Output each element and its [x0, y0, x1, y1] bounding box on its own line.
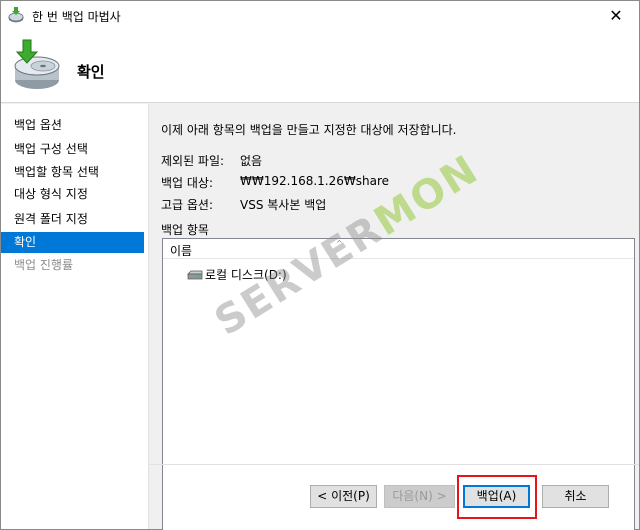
excluded-files-label: 제외된 파일:: [161, 154, 225, 168]
footer-divider: [149, 464, 639, 465]
advanced-options-value: VSS 복사본 백업: [240, 198, 327, 212]
column-name-label: 이름: [170, 244, 193, 258]
advanced-options-label: 고급 옵션:: [161, 198, 214, 212]
sidebar-item-backup-configuration[interactable]: 백업 구성 선택: [1, 139, 144, 160]
next-button: 다음(N) >: [384, 485, 455, 508]
sidebar-item-confirmation[interactable]: 확인: [1, 232, 144, 253]
backup-items-label: 백업 항목: [161, 223, 209, 237]
wizard-header: 확인: [1, 30, 639, 103]
window-title: 한 번 백업 마법사: [32, 10, 121, 24]
title-bar: 한 번 백업 마법사 ✕: [1, 1, 639, 30]
main-content: 이제 아래 항목의 백업을 만들고 지정한 대상에 저장합니다. 제외된 파일:…: [149, 104, 639, 530]
highlight-box: [457, 475, 537, 519]
list-column-header[interactable]: 이름 ^: [163, 239, 634, 259]
list-item[interactable]: 로컬 디스크(D:): [187, 266, 287, 283]
close-button[interactable]: ✕: [593, 1, 639, 30]
sidebar-item-destination-type[interactable]: 대상 형식 지정: [1, 184, 144, 205]
backup-destination-label: 백업 대상:: [161, 176, 214, 190]
drive-icon: [187, 270, 203, 279]
previous-button[interactable]: < 이전(P): [310, 485, 377, 508]
sidebar-item-remote-folder[interactable]: 원격 폴더 지정: [1, 209, 144, 230]
excluded-files-value: 없음: [240, 154, 263, 168]
sidebar-item-backup-options[interactable]: 백업 옵션: [1, 115, 144, 136]
wizard-window: 한 번 백업 마법사 ✕ 확인 백업 옵션 백업 구성 선택 백업할 항목 선택…: [0, 0, 640, 530]
sidebar: 백업 옵션 백업 구성 선택 백업할 항목 선택 대상 형식 지정 원격 폴더 …: [1, 104, 149, 529]
cancel-button[interactable]: 취소: [542, 485, 609, 508]
sort-arrow-icon: ^: [336, 239, 343, 248]
backup-disk-icon: [14, 39, 60, 89]
intro-text: 이제 아래 항목의 백업을 만들고 지정한 대상에 저장합니다.: [161, 123, 457, 137]
list-item-label: 로컬 디스크(D:): [205, 268, 287, 282]
close-icon: ✕: [609, 6, 623, 25]
backup-destination-value: ₩₩192.168.1.26₩share: [240, 174, 390, 188]
page-title: 확인: [77, 63, 105, 81]
sidebar-item-select-items[interactable]: 백업할 항목 선택: [1, 162, 144, 183]
backup-wizard-icon: [8, 7, 24, 23]
sidebar-item-backup-progress: 백업 진행률: [14, 258, 74, 272]
